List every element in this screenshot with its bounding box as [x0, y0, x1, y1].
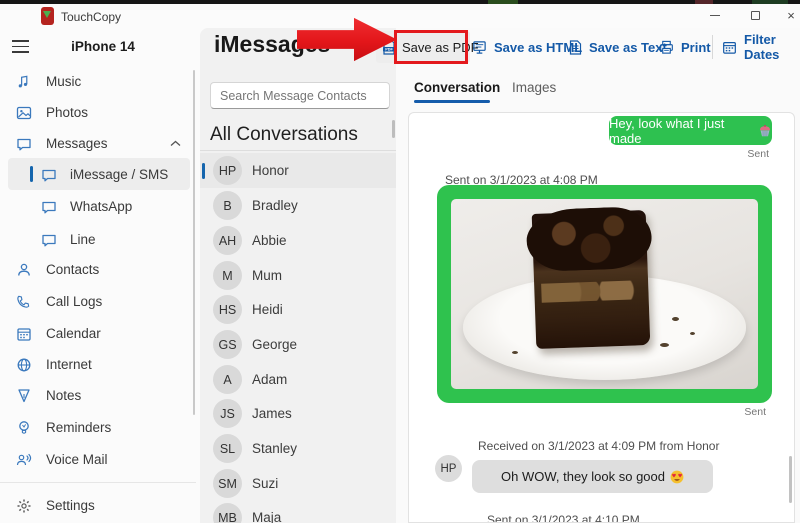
lightbulb-icon [15, 419, 32, 436]
sidebar-item-settings[interactable]: Settings [0, 490, 196, 521]
avatar: GS [213, 330, 242, 359]
sidebar-item-photos[interactable]: Photos [0, 97, 196, 128]
list-scrollbar[interactable] [392, 120, 395, 138]
sidebar-divider [0, 482, 196, 483]
conversation-row-honor[interactable]: HP Honor [200, 153, 396, 188]
annotation-highlight-box [394, 30, 468, 64]
conversation-row-george[interactable]: GS George [200, 327, 396, 362]
conversation-row-james[interactable]: JS James [200, 396, 396, 431]
pen-nib-icon [15, 387, 32, 404]
avatar: M [213, 261, 242, 290]
sidebar-item-imessage-sms[interactable]: iMessage / SMS [0, 159, 196, 190]
app-title: TouchCopy [61, 10, 122, 24]
message-status: Sent [744, 406, 766, 418]
timestamp-caption: Sent on 3/1/2023 at 4:10 PM [487, 513, 640, 523]
avatar: JS [213, 399, 242, 428]
cupcake-emoji [758, 124, 772, 138]
sidebar-item-contacts[interactable]: Contacts [0, 254, 196, 285]
timestamp-caption: Received on 3/1/2023 at 4:09 PM from Hon… [478, 439, 720, 453]
music-note-icon [15, 73, 32, 90]
hamburger-menu-icon[interactable] [12, 40, 29, 53]
gear-icon [15, 497, 32, 514]
sidebar-item-calendar[interactable]: Calendar [0, 318, 196, 349]
html-page-icon [472, 40, 487, 55]
touchcopy-logo-icon [41, 7, 54, 25]
sidebar-item-whatsapp[interactable]: WhatsApp [0, 191, 196, 222]
sent-image-bubble [437, 185, 772, 403]
sidebar-item-music[interactable]: Music [0, 66, 196, 97]
tab-images[interactable]: Images [512, 80, 556, 95]
save-as-html-button[interactable]: Save as HTML [472, 33, 582, 61]
sidebar-item-reminders[interactable]: Reminders [0, 412, 196, 443]
brownie-photo [451, 199, 758, 389]
avatar: AH [213, 226, 242, 255]
calendar-filter-icon [722, 40, 737, 55]
chat-bubble-icon [15, 135, 32, 152]
conversation-row-suzi[interactable]: SM Suzi [200, 466, 396, 501]
conversation-row-abbie[interactable]: AH Abbie [200, 223, 396, 258]
active-tab-indicator [414, 100, 490, 103]
toolbar-divider [712, 35, 713, 59]
conversation-row-mum[interactable]: M Mum [200, 258, 396, 293]
globe-icon [15, 356, 32, 373]
conversation-row-bradley[interactable]: B Bradley [200, 188, 396, 223]
avatar: HP [435, 455, 462, 482]
maximize-button[interactable] [740, 4, 770, 26]
tab-conversation[interactable]: Conversation [414, 80, 500, 95]
touchcopy-window: TouchCopy × iPhone 14 Music Photos Messa… [0, 0, 800, 523]
search-input[interactable] [210, 82, 390, 109]
print-button[interactable]: Print [659, 33, 711, 61]
avatar: HP [213, 156, 242, 185]
svg-text:♥: ♥ [672, 473, 677, 479]
chat-bubble-icon [40, 231, 57, 248]
received-message-bubble: Oh WOW, they look so good ♥ ♥ [472, 460, 713, 493]
close-button[interactable]: × [776, 4, 800, 26]
message-status: Sent [747, 148, 769, 160]
sidebar-item-internet[interactable]: Internet [0, 349, 196, 380]
chat-bubble-icon [40, 166, 57, 183]
chevron-up-icon[interactable] [170, 140, 181, 147]
list-divider [200, 150, 396, 151]
avatar: A [213, 365, 242, 394]
avatar: HS [213, 295, 242, 324]
printer-icon [659, 40, 674, 55]
section-title: All Conversations [210, 124, 358, 145]
avatar: SL [213, 434, 242, 463]
person-icon [15, 261, 32, 278]
photos-icon [15, 104, 32, 121]
svg-text:PDF: PDF [385, 48, 393, 52]
brownie-graphic [531, 210, 650, 350]
sidebar-item-call-logs[interactable]: Call Logs [0, 286, 196, 317]
filter-dates-button[interactable]: Filter Dates [722, 32, 800, 62]
conversation-row-heidi[interactable]: HS Heidi [200, 292, 396, 327]
sent-message-bubble: Hey, look what I just made [609, 116, 772, 146]
chat-bubble-icon [40, 198, 57, 215]
conversation-row-maja[interactable]: MB Maja [200, 500, 396, 523]
title-bar: TouchCopy × [0, 4, 800, 28]
sidebar-item-notes[interactable]: Notes [0, 380, 196, 411]
calendar-icon [15, 325, 32, 342]
device-name: iPhone 14 [71, 39, 135, 54]
heart-eyes-emoji: ♥ ♥ [670, 470, 684, 484]
conversation-row-adam[interactable]: A Adam [200, 362, 396, 397]
avatar: B [213, 191, 242, 220]
thread-scrollbar[interactable] [789, 456, 792, 503]
voicemail-person-icon [15, 451, 32, 468]
sidebar-scrollbar[interactable] [193, 70, 195, 415]
sidebar-item-messages[interactable]: Messages [0, 128, 196, 159]
save-as-text-button[interactable]: Save as Text [569, 33, 667, 61]
message-thread: Hey, look what I just made Sent Sent on … [408, 112, 795, 523]
conversation-row-stanley[interactable]: SL Stanley [200, 431, 396, 466]
text-document-icon [569, 39, 582, 55]
avatar: MB [213, 503, 242, 523]
svg-text:♥: ♥ [678, 473, 683, 479]
sidebar-item-voice-mail[interactable]: Voice Mail [0, 444, 196, 475]
minimize-button[interactable] [700, 4, 730, 26]
sidebar-item-line[interactable]: Line [0, 224, 196, 255]
phone-icon [15, 293, 32, 310]
avatar: SM [213, 469, 242, 498]
